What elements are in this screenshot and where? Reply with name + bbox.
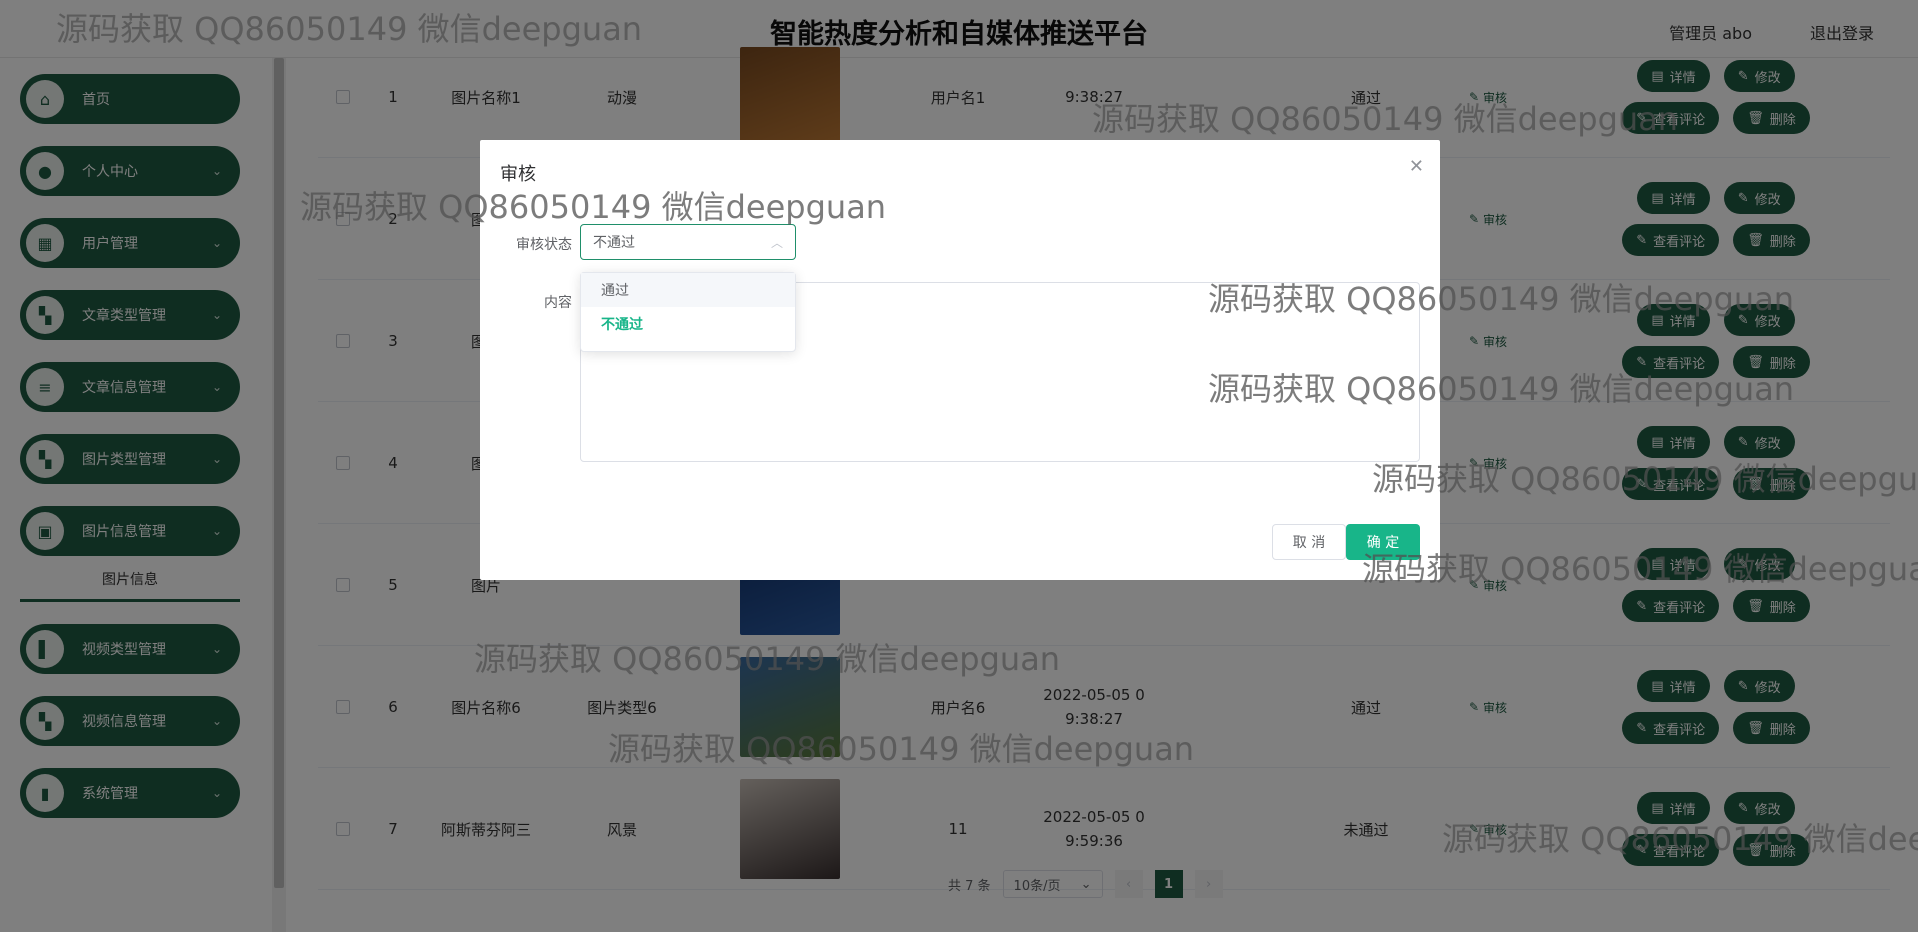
- watermark-text: 源码获取 QQ86050149 微信deepguan: [608, 730, 1195, 768]
- content-label: 内容: [544, 295, 572, 311]
- watermark-text: 源码获取 QQ86050149 微信deepguan: [1208, 280, 1795, 318]
- watermark-text: 源码获取 QQ86050149 微信deepguan: [300, 188, 887, 226]
- watermark-text: 源码获取 QQ86050149 微信deepguan: [1092, 100, 1679, 138]
- watermark-text: 源码获取 QQ86050149 微信deepguan: [474, 640, 1061, 678]
- option-pass[interactable]: 通过: [581, 273, 795, 307]
- watermark-text: 源码获取 QQ86050149 微信deepguan: [56, 10, 643, 48]
- chevron-up-icon: ︿: [770, 235, 783, 250]
- status-select-value: 不通过: [593, 235, 635, 251]
- status-select[interactable]: 不通过 ︿: [580, 224, 796, 260]
- cancel-button[interactable]: 取 消: [1272, 524, 1346, 560]
- close-icon[interactable]: ✕: [1409, 156, 1424, 177]
- watermark-text: 源码获取 QQ86050149 微信deepguan: [1208, 370, 1795, 408]
- status-label: 审核状态: [516, 237, 572, 253]
- option-fail[interactable]: 不通过: [581, 307, 795, 341]
- watermark-text: 源码获取 QQ86050149 微信deepguan: [1442, 820, 1918, 858]
- watermark-text: 源码获取 QQ86050149 微信deepguan: [1372, 460, 1918, 498]
- watermark-text: 源码获取 QQ86050149 微信deepguan: [1362, 550, 1918, 588]
- status-dropdown: 通过 不通过: [580, 272, 796, 352]
